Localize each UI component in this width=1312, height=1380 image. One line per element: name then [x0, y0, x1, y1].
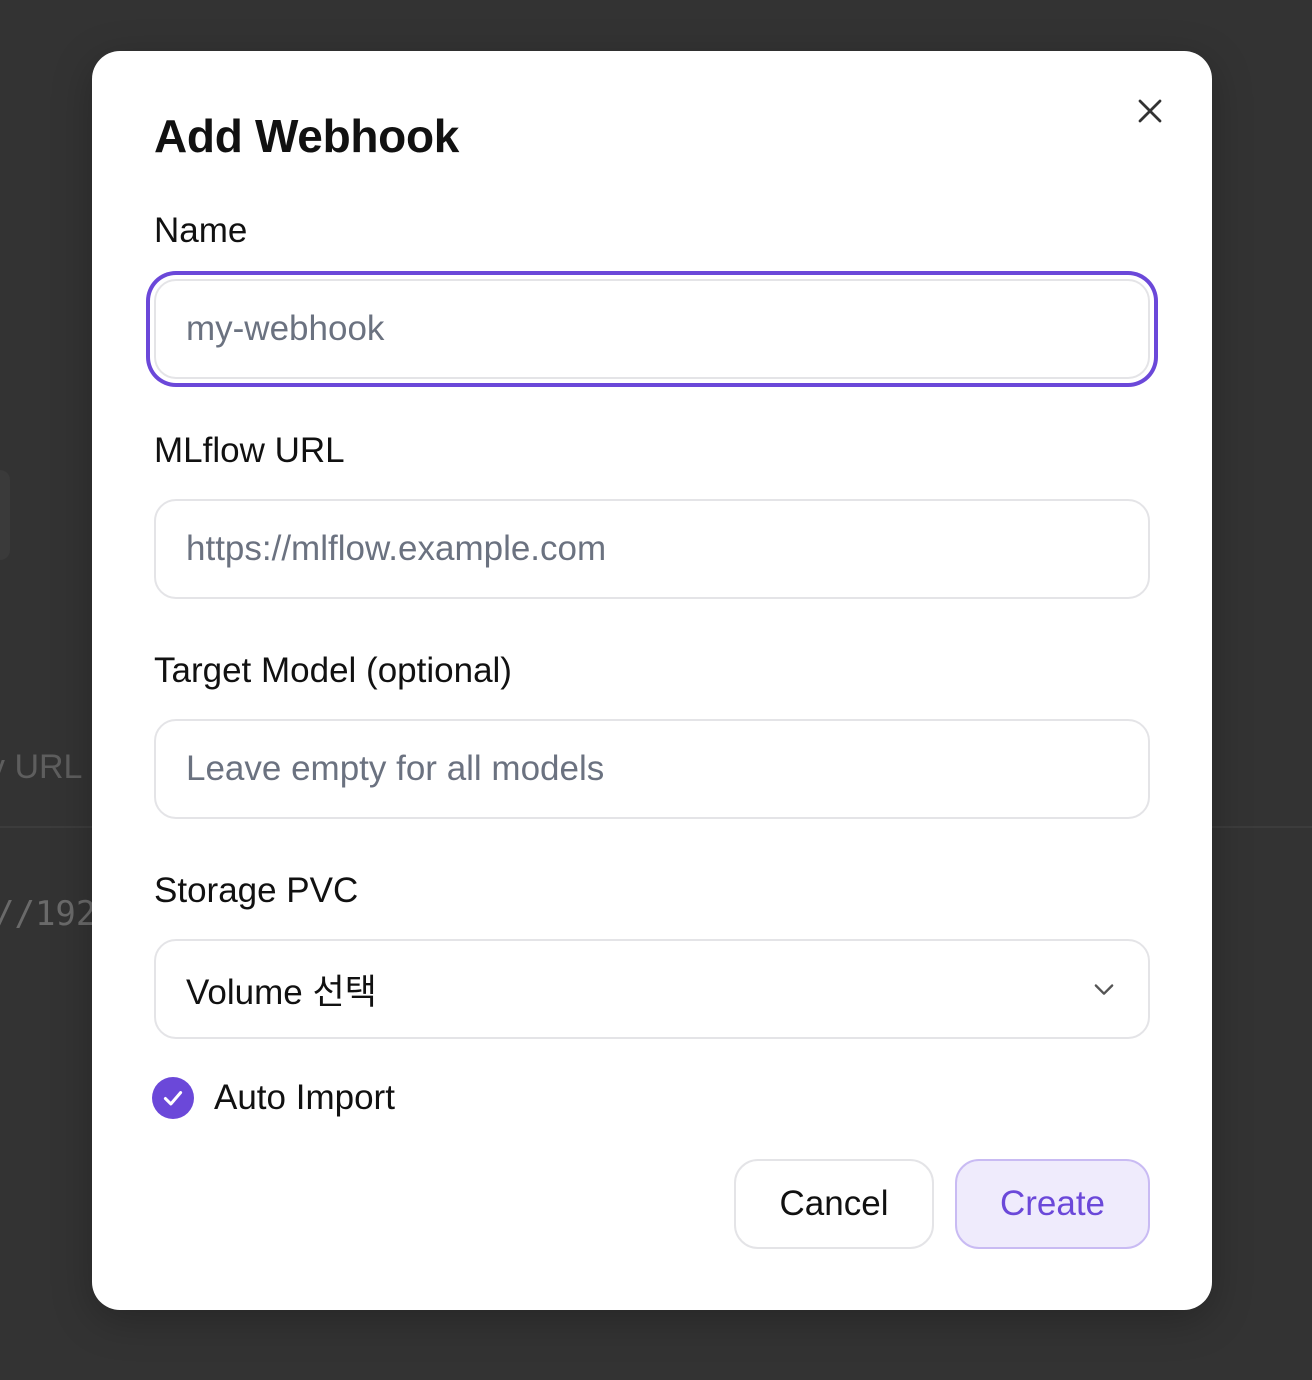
create-button[interactable]: Create — [955, 1159, 1150, 1249]
auto-import-toggle[interactable]: Auto Import — [152, 1077, 395, 1119]
background-table-cell-url: //192 — [0, 894, 97, 934]
auto-import-label: Auto Import — [214, 1078, 395, 1117]
name-input[interactable] — [154, 279, 1150, 379]
auto-import-checkbox[interactable] — [152, 1077, 194, 1119]
target-model-input[interactable] — [154, 719, 1150, 819]
cancel-button[interactable]: Cancel — [734, 1159, 934, 1249]
dialog-title: Add Webhook — [154, 110, 460, 162]
name-label: Name — [154, 211, 248, 250]
background-panel-edge — [0, 470, 10, 560]
storage-pvc-selected-value: Volume 선택 — [186, 972, 377, 1012]
chevron-down-icon — [1094, 984, 1114, 995]
storage-pvc-select[interactable]: Volume 선택 — [154, 939, 1150, 1039]
mlflow-url-label: MLflow URL — [154, 431, 345, 470]
background-table-header-url: v URL — [0, 748, 83, 786]
check-icon — [163, 1091, 183, 1106]
mlflow-url-input[interactable] — [154, 499, 1150, 599]
close-icon — [1138, 99, 1162, 123]
storage-pvc-label: Storage PVC — [154, 871, 359, 910]
close-button[interactable] — [1130, 91, 1170, 131]
add-webhook-dialog: Add Webhook Name MLflow URL Target Model… — [92, 51, 1212, 1310]
target-model-label: Target Model (optional) — [154, 651, 512, 690]
